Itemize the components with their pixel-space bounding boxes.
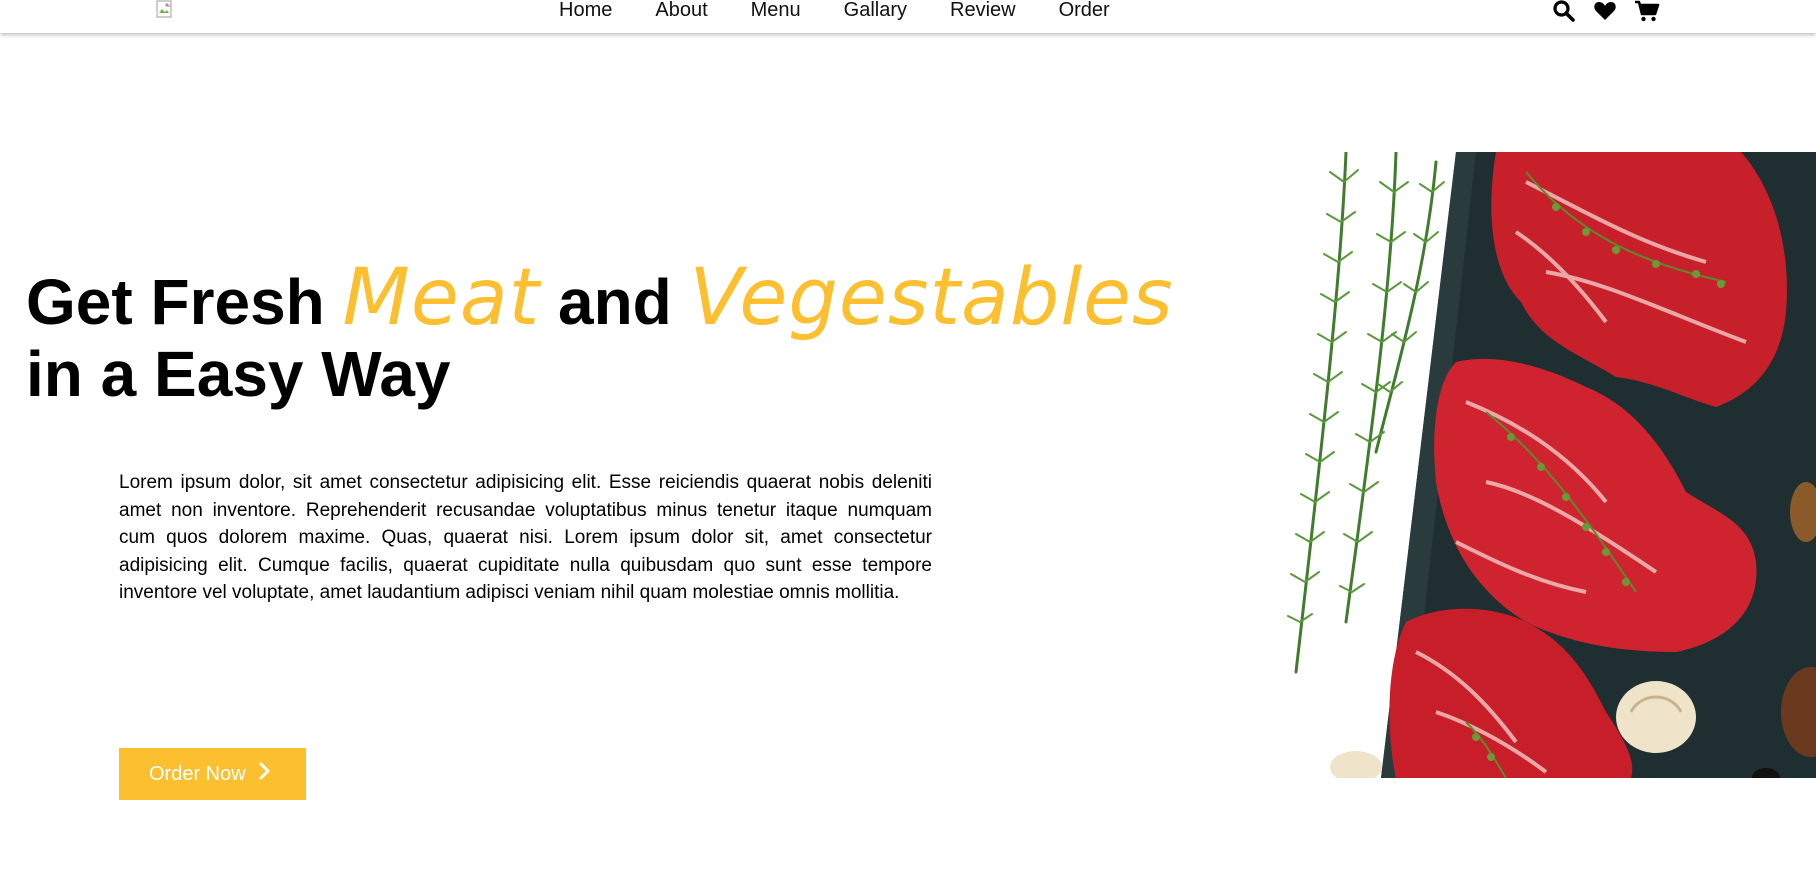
order-now-button[interactable]: Order Now xyxy=(119,748,306,800)
cart-icon[interactable] xyxy=(1634,0,1660,22)
nav-link-home[interactable]: Home xyxy=(559,0,612,22)
hero-description: Lorem ipsum dolor, sit amet consectetur … xyxy=(119,472,932,604)
meat-photo xyxy=(1287,152,1816,778)
nav-icons xyxy=(1552,0,1660,22)
chevron-right-icon xyxy=(258,762,270,786)
main-nav: Home About Menu Gallary Review Order xyxy=(559,0,1153,22)
order-now-label: Order Now xyxy=(149,762,246,785)
hero-title-part2: and xyxy=(557,266,672,338)
hero-title-accent-meat: Meat xyxy=(342,253,541,343)
logo[interactable] xyxy=(156,0,176,20)
nav-link-gallary[interactable]: Gallary xyxy=(844,0,907,22)
nav-link-order[interactable]: Order xyxy=(1059,0,1110,22)
hero-title-part1: Get Fresh xyxy=(26,266,325,338)
search-icon[interactable] xyxy=(1552,0,1576,22)
hero-title: Get Fresh Meat and Vegestables in a Easy… xyxy=(26,259,1226,410)
navbar: Home About Menu Gallary Review Order xyxy=(0,0,1816,33)
broken-image-icon xyxy=(156,0,172,18)
hero-image xyxy=(1286,152,1816,778)
nav-link-about[interactable]: About xyxy=(655,0,707,22)
nav-link-menu[interactable]: Menu xyxy=(751,0,801,22)
heart-icon[interactable] xyxy=(1593,0,1617,22)
nav-link-review[interactable]: Review xyxy=(950,0,1016,22)
hero-title-line2: in a Easy Way xyxy=(26,338,451,410)
hero-title-accent-vegetables: Vegestables xyxy=(689,253,1174,343)
